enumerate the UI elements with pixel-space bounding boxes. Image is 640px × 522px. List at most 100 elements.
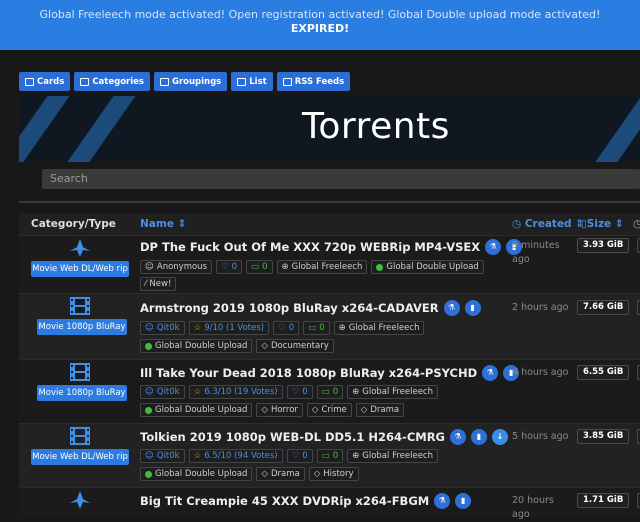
- size-badge: 1.71 GiB: [577, 493, 630, 508]
- cards-icon: [25, 77, 34, 86]
- uploader-chip[interactable]: ☺ Qit0k: [140, 321, 185, 335]
- likes-chip: ♡ 0: [273, 321, 300, 335]
- table-row: Movie 1080p BluRay Armstrong 2019 1080p …: [19, 293, 640, 359]
- sort-icon: ⇕: [614, 218, 624, 230]
- double-upload-chip: Global Double Upload: [140, 403, 253, 417]
- torrent-meta: ☺ Anonymous ♡ 0 ▭ 0 ⊕ Global Freeleech Globa…: [140, 260, 484, 274]
- globe-icon: [376, 263, 384, 271]
- category-badge[interactable]: Movie Web DL/Web rip: [31, 261, 129, 277]
- comments-chip: ▭ 0: [246, 260, 273, 274]
- globe-icon: [145, 342, 152, 350]
- torrent-name[interactable]: Armstrong 2019 1080p BluRay x264-CADAVER…: [140, 300, 481, 316]
- film-icon: [70, 363, 90, 381]
- torrent-meta: ☺ Qit0k ☆ 9/10 (1 Votes) ♡ 0 ▭ 0 ⊕ Global Fre…: [140, 321, 425, 335]
- hero-stripe: [589, 96, 640, 162]
- torrent-name[interactable]: DP The Fuck Out Of Me XXX 720p WEBRip MP…: [140, 239, 523, 255]
- star-icon: ☆: [193, 323, 202, 333]
- download-icon[interactable]: ⚗: [443, 300, 460, 316]
- cards-view-button[interactable]: Cards: [19, 72, 71, 91]
- torrent-name[interactable]: Big Tit Creampie 45 XXX DVDRip x264-FBGM…: [140, 493, 472, 509]
- bookmark-icon[interactable]: ▮: [471, 429, 487, 445]
- list-icon: [237, 77, 247, 86]
- bookmark-icon[interactable]: ▮: [455, 493, 472, 509]
- download-icon[interactable]: ⚗: [482, 365, 499, 381]
- divider: [19, 201, 640, 203]
- rss-icon: [282, 77, 292, 86]
- created-time: 9 minutes ago: [512, 240, 560, 265]
- star-icon: ☆: [193, 451, 202, 461]
- table-row: Movie Web DL/Web rip Tolkien 2019 1080p …: [19, 423, 640, 487]
- heart-icon: ♡: [221, 262, 229, 272]
- genre-chip[interactable]: ◇ Documentary: [256, 339, 334, 353]
- comments-chip: ▭ 0: [316, 449, 344, 463]
- view-switcher: Cards Categories Groupings List RSS Feed…: [19, 72, 351, 91]
- table-header: Category/Type Name ⇕ ◷ Created ⇕ ▯Size ⇕…: [19, 213, 640, 235]
- rss-feeds-button[interactable]: RSS Feeds: [276, 72, 351, 91]
- size-badge: 7.66 GiB: [577, 300, 630, 315]
- page-hero: Torrents: [19, 96, 640, 162]
- genre-chip[interactable]: ◇ Drama: [355, 403, 405, 417]
- globe-icon: [145, 406, 152, 414]
- heart-icon: ♡: [278, 323, 286, 333]
- column-name-sort[interactable]: Name ⇕: [140, 218, 186, 230]
- uploader-chip[interactable]: ☺ Qit0k: [140, 449, 185, 463]
- globe-icon: [145, 470, 152, 478]
- tag-icon: ◇: [261, 469, 268, 479]
- likes-chip: ♡ 0: [286, 449, 313, 463]
- categories-view-button[interactable]: Categories: [74, 72, 150, 91]
- heart-icon: ♡: [291, 387, 300, 397]
- likes-chip: ♡ 0: [216, 260, 243, 274]
- genre-chip[interactable]: ◇ Horror: [256, 403, 303, 417]
- comment-icon: ▭: [308, 323, 317, 333]
- globe-icon: ⊕: [352, 387, 360, 397]
- torrent-list: Movie Web DL/Web rip DP The Fuck Out Of …: [19, 235, 640, 520]
- created-time: 20 hours ago: [512, 495, 554, 520]
- file-icon: [80, 77, 90, 86]
- notification-banner: Global Freeleech mode activated! Open re…: [0, 0, 640, 50]
- tag-icon: ◇: [360, 405, 368, 415]
- category-badge[interactable]: Movie Web DL/Web rip: [31, 449, 129, 465]
- magic-icon: ⁄: [145, 279, 147, 289]
- download-icon[interactable]: ⚗: [485, 239, 502, 255]
- torrent-name[interactable]: Tolkien 2019 1080p WEB-DL DD5.1 H264-CMR…: [140, 429, 508, 445]
- groupings-view-button[interactable]: Groupings: [153, 72, 228, 91]
- bookmark-icon[interactable]: ▮: [464, 300, 481, 316]
- genre-chip[interactable]: ◇ Drama: [256, 467, 305, 481]
- tag-icon: ◇: [261, 405, 268, 415]
- rating-chip: ☆ 9/10 (1 Votes): [188, 321, 270, 335]
- column-more-icon: ◷: [633, 218, 640, 230]
- rating-chip: ☆ 6.3/10 (19 Votes): [188, 385, 283, 399]
- table-row: Movie 1080p BluRay Ill Take Your Dead 20…: [19, 359, 640, 423]
- uploader-chip[interactable]: ☺ Qit0k: [140, 385, 185, 399]
- category-badge[interactable]: Movie 1080p BluRay: [37, 319, 127, 335]
- size-badge: 3.93 GiB: [577, 238, 630, 253]
- tag-icon: ◇: [261, 341, 268, 351]
- plane-icon: [70, 239, 90, 257]
- genre-chip[interactable]: ◇ History: [308, 467, 359, 481]
- size-badge: 3.85 GiB: [577, 429, 630, 444]
- globe-icon: ⊕: [338, 323, 346, 333]
- download-icon[interactable]: ⚗: [450, 429, 466, 445]
- user-icon: ☺: [145, 323, 154, 333]
- rating-chip: ☆ 6.5/10 (94 Votes): [188, 449, 283, 463]
- comment-icon: ▭: [321, 451, 330, 461]
- column-size-sort[interactable]: ▯Size ⇕: [581, 218, 624, 230]
- search-input[interactable]: Search: [42, 169, 640, 189]
- arrow-down-icon[interactable]: ↓: [492, 429, 508, 445]
- torrent-name[interactable]: Ill Take Your Dead 2018 1080p BluRay x26…: [140, 365, 520, 381]
- film-icon: [70, 427, 90, 445]
- freeleech-chip: ⊕ Global Freeleech: [347, 449, 438, 463]
- list-view-button[interactable]: List: [231, 72, 273, 91]
- category-badge[interactable]: Movie 1080p BluRay: [37, 385, 127, 401]
- column-created-sort[interactable]: ◷ Created ⇕: [512, 218, 584, 230]
- uploader-chip[interactable]: ☺ Anonymous: [140, 260, 212, 274]
- globe-icon: ⊕: [281, 262, 289, 272]
- torrent-meta: ☺ Qit0k ☆ 6.5/10 (94 Votes) ♡ 0 ▭ 0 ⊕ Global …: [140, 449, 438, 463]
- download-icon[interactable]: ⚗: [434, 493, 451, 509]
- comment-icon: ▭: [321, 387, 330, 397]
- torrent-meta-2: Global Double Upload ◇ Drama ◇ History: [140, 467, 359, 481]
- freeleech-chip: ⊕ Global Freeleech: [333, 321, 425, 335]
- created-time: 5 hours ago: [512, 431, 569, 442]
- page-title: Torrents: [302, 106, 450, 147]
- genre-chip[interactable]: ◇ Crime: [306, 403, 352, 417]
